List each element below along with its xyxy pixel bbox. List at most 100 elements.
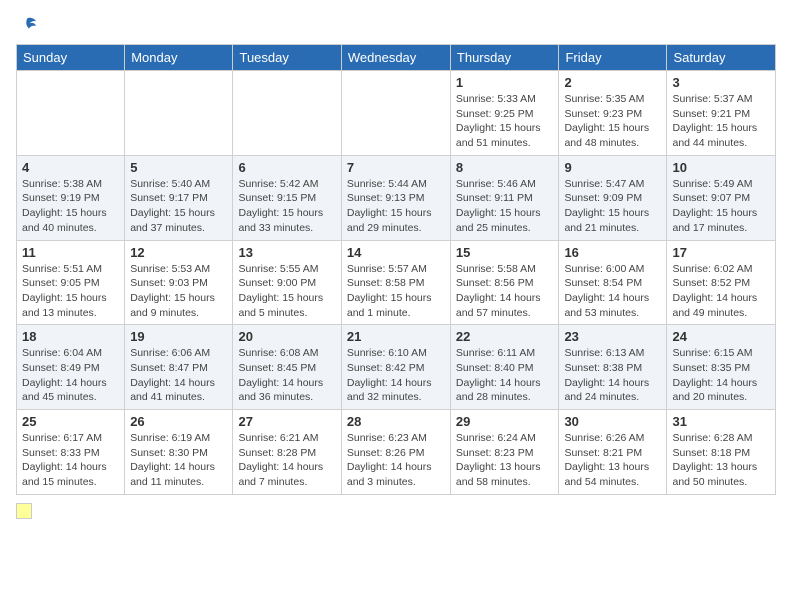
day-info: Sunrise: 6:02 AMSunset: 8:52 PMDaylight:… xyxy=(672,262,770,321)
day-number: 19 xyxy=(130,329,227,344)
calendar-cell: 17 Sunrise: 6:02 AMSunset: 8:52 PMDayligh… xyxy=(667,240,776,325)
calendar-cell xyxy=(233,71,341,156)
day-number: 29 xyxy=(456,414,554,429)
calendar-cell: 26 Sunrise: 6:19 AMSunset: 8:30 PMDayligh… xyxy=(125,410,233,495)
day-info: Sunrise: 6:24 AMSunset: 8:23 PMDaylight:… xyxy=(456,431,554,490)
calendar-cell: 15 Sunrise: 5:58 AMSunset: 8:56 PMDayligh… xyxy=(450,240,559,325)
day-info: Sunrise: 6:23 AMSunset: 8:26 PMDaylight:… xyxy=(347,431,445,490)
calendar-cell xyxy=(125,71,233,156)
day-number: 10 xyxy=(672,160,770,175)
calendar-cell: 28 Sunrise: 6:23 AMSunset: 8:26 PMDayligh… xyxy=(341,410,450,495)
day-number: 7 xyxy=(347,160,445,175)
day-info: Sunrise: 6:11 AMSunset: 8:40 PMDaylight:… xyxy=(456,346,554,405)
calendar-cell: 5 Sunrise: 5:40 AMSunset: 9:17 PMDaylight… xyxy=(125,155,233,240)
day-number: 21 xyxy=(347,329,445,344)
day-info: Sunrise: 5:55 AMSunset: 9:00 PMDaylight:… xyxy=(238,262,335,321)
day-number: 8 xyxy=(456,160,554,175)
calendar-cell: 8 Sunrise: 5:46 AMSunset: 9:11 PMDaylight… xyxy=(450,155,559,240)
day-number: 12 xyxy=(130,245,227,260)
calendar-week-row: 25 Sunrise: 6:17 AMSunset: 8:33 PMDayligh… xyxy=(17,410,776,495)
calendar-cell: 18 Sunrise: 6:04 AMSunset: 8:49 PMDayligh… xyxy=(17,325,125,410)
day-number: 3 xyxy=(672,75,770,90)
calendar-table: SundayMondayTuesdayWednesdayThursdayFrid… xyxy=(16,44,776,495)
calendar-cell: 9 Sunrise: 5:47 AMSunset: 9:09 PMDaylight… xyxy=(559,155,667,240)
day-info: Sunrise: 6:10 AMSunset: 8:42 PMDaylight:… xyxy=(347,346,445,405)
calendar-week-row: 18 Sunrise: 6:04 AMSunset: 8:49 PMDayligh… xyxy=(17,325,776,410)
day-info: Sunrise: 5:47 AMSunset: 9:09 PMDaylight:… xyxy=(564,177,661,236)
calendar-cell: 30 Sunrise: 6:26 AMSunset: 8:21 PMDayligh… xyxy=(559,410,667,495)
day-info: Sunrise: 6:26 AMSunset: 8:21 PMDaylight:… xyxy=(564,431,661,490)
calendar-cell: 23 Sunrise: 6:13 AMSunset: 8:38 PMDayligh… xyxy=(559,325,667,410)
day-number: 24 xyxy=(672,329,770,344)
day-info: Sunrise: 5:40 AMSunset: 9:17 PMDaylight:… xyxy=(130,177,227,236)
calendar-cell: 14Sunrise: 5:57 AMSunset: 8:58 PMDayligh… xyxy=(341,240,450,325)
day-number: 9 xyxy=(564,160,661,175)
day-number: 23 xyxy=(564,329,661,344)
day-number: 22 xyxy=(456,329,554,344)
calendar-cell: 27Sunrise: 6:21 AMSunset: 8:28 PMDayligh… xyxy=(233,410,341,495)
day-number: 25 xyxy=(22,414,119,429)
calendar-cell: 6 Sunrise: 5:42 AMSunset: 9:15 PMDaylight… xyxy=(233,155,341,240)
calendar-day-header: Tuesday xyxy=(233,45,341,71)
legend-color-box xyxy=(16,503,32,519)
day-info: Sunrise: 6:00 AMSunset: 8:54 PMDaylight:… xyxy=(564,262,661,321)
calendar-cell xyxy=(341,71,450,156)
day-number: 26 xyxy=(130,414,227,429)
calendar-cell: 19 Sunrise: 6:06 AMSunset: 8:47 PMDayligh… xyxy=(125,325,233,410)
day-number: 18 xyxy=(22,329,119,344)
calendar-cell: 11 Sunrise: 5:51 AMSunset: 9:05 PMDayligh… xyxy=(17,240,125,325)
day-number: 6 xyxy=(238,160,335,175)
day-info: Sunrise: 6:28 AMSunset: 8:18 PMDaylight:… xyxy=(672,431,770,490)
day-number: 2 xyxy=(564,75,661,90)
page-header xyxy=(16,16,776,34)
calendar-cell: 20Sunrise: 6:08 AMSunset: 8:45 PMDayligh… xyxy=(233,325,341,410)
day-info: Sunrise: 5:46 AMSunset: 9:11 PMDaylight:… xyxy=(456,177,554,236)
calendar-cell: 29 Sunrise: 6:24 AMSunset: 8:23 PMDayligh… xyxy=(450,410,559,495)
day-number: 13 xyxy=(238,245,335,260)
day-number: 28 xyxy=(347,414,445,429)
day-number: 15 xyxy=(456,245,554,260)
day-info: Sunrise: 5:58 AMSunset: 8:56 PMDaylight:… xyxy=(456,262,554,321)
day-info: Sunrise: 6:06 AMSunset: 8:47 PMDaylight:… xyxy=(130,346,227,405)
calendar-day-header: Saturday xyxy=(667,45,776,71)
day-number: 4 xyxy=(22,160,119,175)
day-info: Sunrise: 5:51 AMSunset: 9:05 PMDaylight:… xyxy=(22,262,119,321)
day-info: Sunrise: 5:57 AMSunset: 8:58 PMDaylight:… xyxy=(347,262,445,321)
day-info: Sunrise: 5:49 AMSunset: 9:07 PMDaylight:… xyxy=(672,177,770,236)
day-info: Sunrise: 6:19 AMSunset: 8:30 PMDaylight:… xyxy=(130,431,227,490)
calendar-cell: 22 Sunrise: 6:11 AMSunset: 8:40 PMDayligh… xyxy=(450,325,559,410)
day-number: 17 xyxy=(672,245,770,260)
calendar-header-row: SundayMondayTuesdayWednesdayThursdayFrid… xyxy=(17,45,776,71)
calendar-week-row: 1Sunrise: 5:33 AMSunset: 9:25 PMDaylight… xyxy=(17,71,776,156)
logo-bird-icon xyxy=(18,16,36,34)
calendar-cell: 21 Sunrise: 6:10 AMSunset: 8:42 PMDayligh… xyxy=(341,325,450,410)
calendar-cell xyxy=(17,71,125,156)
day-info: Sunrise: 5:53 AMSunset: 9:03 PMDaylight:… xyxy=(130,262,227,321)
day-info: Sunrise: 6:17 AMSunset: 8:33 PMDaylight:… xyxy=(22,431,119,490)
calendar-day-header: Monday xyxy=(125,45,233,71)
calendar-cell: 4 Sunrise: 5:38 AMSunset: 9:19 PMDaylight… xyxy=(17,155,125,240)
day-info: Sunrise: 5:42 AMSunset: 9:15 PMDaylight:… xyxy=(238,177,335,236)
calendar-cell: 2 Sunrise: 5:35 AMSunset: 9:23 PMDaylight… xyxy=(559,71,667,156)
day-info: Sunrise: 5:38 AMSunset: 9:19 PMDaylight:… xyxy=(22,177,119,236)
calendar-cell: 31Sunrise: 6:28 AMSunset: 8:18 PMDayligh… xyxy=(667,410,776,495)
calendar-cell: 7Sunrise: 5:44 AMSunset: 9:13 PMDaylight… xyxy=(341,155,450,240)
day-number: 11 xyxy=(22,245,119,260)
calendar-cell: 1Sunrise: 5:33 AMSunset: 9:25 PMDaylight… xyxy=(450,71,559,156)
calendar-week-row: 11 Sunrise: 5:51 AMSunset: 9:05 PMDayligh… xyxy=(17,240,776,325)
day-number: 20 xyxy=(238,329,335,344)
logo xyxy=(16,16,36,34)
day-number: 5 xyxy=(130,160,227,175)
day-info: Sunrise: 6:13 AMSunset: 8:38 PMDaylight:… xyxy=(564,346,661,405)
calendar-cell: 16Sunrise: 6:00 AMSunset: 8:54 PMDayligh… xyxy=(559,240,667,325)
day-number: 27 xyxy=(238,414,335,429)
day-info: Sunrise: 5:37 AMSunset: 9:21 PMDaylight:… xyxy=(672,92,770,151)
calendar-cell: 3 Sunrise: 5:37 AMSunset: 9:21 PMDaylight… xyxy=(667,71,776,156)
day-info: Sunrise: 5:35 AMSunset: 9:23 PMDaylight:… xyxy=(564,92,661,151)
calendar-cell: 25 Sunrise: 6:17 AMSunset: 8:33 PMDayligh… xyxy=(17,410,125,495)
day-number: 30 xyxy=(564,414,661,429)
calendar-cell: 10 Sunrise: 5:49 AMSunset: 9:07 PMDayligh… xyxy=(667,155,776,240)
calendar-day-header: Friday xyxy=(559,45,667,71)
calendar-week-row: 4 Sunrise: 5:38 AMSunset: 9:19 PMDaylight… xyxy=(17,155,776,240)
day-info: Sunrise: 6:04 AMSunset: 8:49 PMDaylight:… xyxy=(22,346,119,405)
